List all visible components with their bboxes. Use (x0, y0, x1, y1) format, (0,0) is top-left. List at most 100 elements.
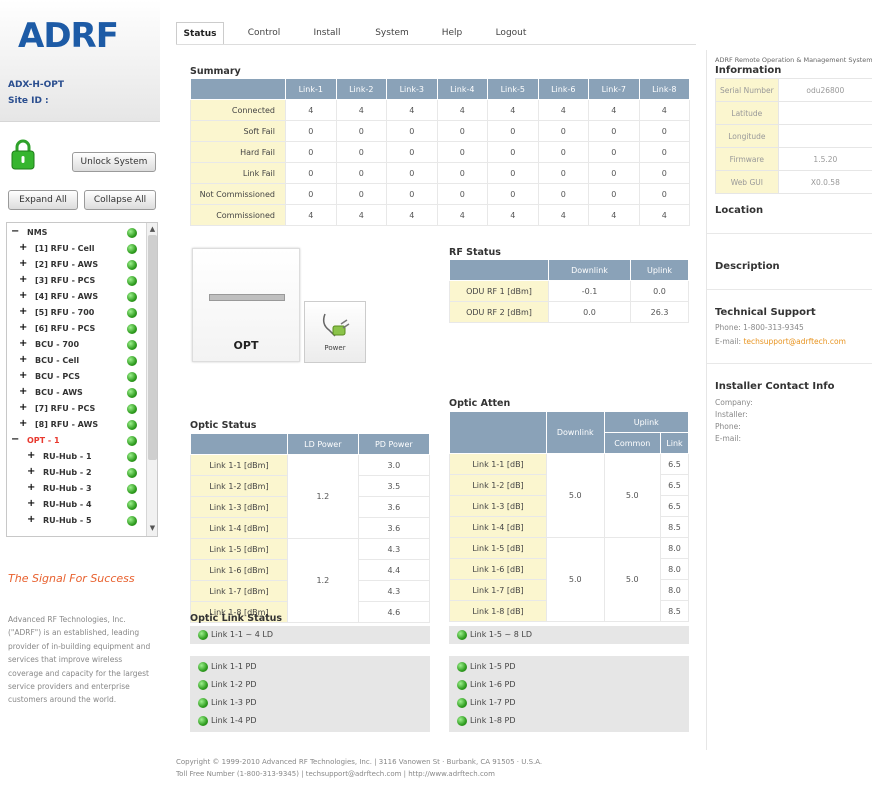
scroll-down-arrow-icon[interactable]: ▼ (148, 523, 157, 533)
expand-plus-icon[interactable]: + (19, 354, 27, 365)
tree-item-label: RU-Hub - 3 (43, 484, 92, 493)
tab-help[interactable]: Help (430, 22, 474, 44)
optic-row-label: Link 1-4 [dBm] (190, 517, 288, 539)
collapse-all-button[interactable]: Collapse All (84, 190, 156, 210)
tree-item[interactable]: + RU-Hub - 2 (7, 465, 145, 481)
summary-cell: 0 (537, 120, 589, 142)
status-led-icon (127, 276, 137, 286)
table-row: Connected 4 4 4 4 4 4 4 4 (190, 99, 690, 121)
expand-plus-icon[interactable]: + (19, 370, 27, 381)
tab-system[interactable]: System (366, 22, 418, 44)
expand-plus-icon[interactable]: + (27, 482, 35, 493)
summary-cell: 4 (638, 204, 690, 226)
status-led-icon (127, 324, 137, 334)
atten-link-cell: 8.5 (659, 600, 690, 622)
device-tree[interactable]: − NMS + [1] RFU - Cell + [2] RFU - AWS + [3] RF… (6, 222, 158, 537)
tab-logout[interactable]: Logout (486, 22, 536, 44)
tree-item[interactable]: + RU-Hub - 5 (7, 513, 145, 529)
divider (707, 289, 872, 290)
tree-item[interactable]: + RU-Hub - 4 (7, 497, 145, 513)
installer-field-label: E-mail: (715, 434, 742, 443)
opt-device-panel[interactable]: OPT (192, 248, 300, 362)
status-led-icon (127, 244, 137, 254)
info-key: Web GUI (715, 170, 779, 194)
tree-item[interactable]: + RU-Hub - 1 (7, 449, 145, 465)
tab-control[interactable]: Control (236, 22, 292, 44)
atten-downlink-cell: 5.0 (546, 453, 605, 538)
tab-status[interactable]: Status (176, 22, 224, 45)
site-id-label: Site ID : (8, 96, 49, 106)
installer-fields: Company: Installer: Phone: E-mail: (715, 397, 753, 445)
collapse-minus-icon[interactable]: − (11, 226, 19, 237)
tree-item[interactable]: + [8] RFU - AWS (7, 417, 145, 433)
tree-item[interactable]: + [5] RFU - 700 (7, 305, 145, 321)
expand-plus-icon[interactable]: + (27, 450, 35, 461)
collapse-minus-icon[interactable]: − (11, 434, 19, 445)
pd-power-cell: 4.4 (357, 559, 431, 581)
tech-email-link[interactable]: techsupport@adrftech.com (743, 337, 846, 346)
expand-plus-icon[interactable]: + (19, 306, 27, 317)
optic-row-label: Link 1-3 [dBm] (190, 496, 288, 518)
table-row: Commissioned 4 4 4 4 4 4 4 4 (190, 204, 690, 226)
summary-cell: 0 (285, 183, 337, 205)
atten-row-label: Link 1-2 [dB] (449, 474, 547, 496)
tree-item[interactable]: + [1] RFU - Cell (7, 241, 145, 257)
status-led-icon (198, 697, 208, 708)
pd-status-label: Link 1-3 PD (211, 698, 257, 707)
summary-cell: 0 (638, 183, 690, 205)
tree-item[interactable]: − NMS (7, 225, 145, 241)
summary-col-header: Link-6 (537, 78, 589, 100)
expand-plus-icon[interactable]: + (27, 498, 35, 509)
info-key: Longitude (715, 124, 779, 148)
tree-item[interactable]: + BCU - AWS (7, 385, 145, 401)
expand-plus-icon[interactable]: + (19, 338, 27, 349)
tree-item[interactable]: − OPT - 1 (7, 433, 145, 449)
summary-cell: 0 (386, 141, 438, 163)
scroll-up-arrow-icon[interactable]: ▲ (148, 224, 157, 234)
expand-plus-icon[interactable]: + (27, 466, 35, 477)
expand-plus-icon[interactable]: + (19, 290, 27, 301)
tree-scrollbar[interactable]: ▲ ▼ (146, 223, 157, 536)
tree-item[interactable]: + BCU - 700 (7, 337, 145, 353)
ld-power-cell: 1.2 (287, 454, 359, 539)
tree-item[interactable]: + [3] RFU - PCS (7, 273, 145, 289)
atten-downlink-cell: 5.0 (546, 537, 605, 622)
tree-item[interactable]: + [6] RFU - PCS (7, 321, 145, 337)
atten-link-cell: 8.0 (659, 558, 690, 580)
tree-item[interactable]: + [7] RFU - PCS (7, 401, 145, 417)
expand-plus-icon[interactable]: + (19, 418, 27, 429)
summary-cell: 4 (436, 204, 488, 226)
scrollbar-thumb[interactable] (148, 235, 157, 460)
expand-plus-icon[interactable]: + (19, 242, 27, 253)
rf-row-label: ODU RF 2 [dBm] (449, 301, 549, 323)
status-led-icon (127, 340, 137, 350)
info-value (777, 124, 872, 148)
tree-item[interactable]: + BCU - PCS (7, 369, 145, 385)
pd-power-cell: 4.3 (357, 580, 431, 602)
tab-install[interactable]: Install (302, 22, 352, 44)
expand-plus-icon[interactable]: + (19, 274, 27, 285)
expand-plus-icon[interactable]: + (19, 322, 27, 333)
expand-all-button[interactable]: Expand All (8, 190, 78, 210)
unlock-system-button[interactable]: Unlock System (72, 152, 156, 172)
expand-plus-icon[interactable]: + (19, 258, 27, 269)
expand-plus-icon[interactable]: + (19, 386, 27, 397)
tree-item[interactable]: + RU-Hub - 3 (7, 481, 145, 497)
ld-power-cell: 1.2 (287, 538, 359, 623)
summary-cell: 0 (487, 120, 539, 142)
power-button[interactable]: Power (304, 301, 366, 363)
pd-status-item: Link 1-8 PD (457, 714, 516, 728)
status-led-icon (127, 484, 137, 494)
rf-col-downlink: Downlink (547, 259, 632, 281)
tree-item[interactable]: + BCU - Cell (7, 353, 145, 369)
tree-item[interactable]: + [2] RFU - AWS (7, 257, 145, 273)
optic-row-label: Link 1-7 [dBm] (190, 580, 288, 602)
expand-plus-icon[interactable]: + (27, 514, 35, 525)
expand-plus-icon[interactable]: + (19, 402, 27, 413)
table-row: Link Fail 0 0 0 0 0 0 0 0 (190, 162, 690, 184)
tree-item[interactable]: + [4] RFU - AWS (7, 289, 145, 305)
status-led-icon (127, 260, 137, 270)
table-row: Serial Number odu26800 (715, 78, 872, 102)
tree-item-label: RU-Hub - 1 (43, 452, 92, 461)
rf-row-label: ODU RF 1 [dBm] (449, 280, 549, 302)
